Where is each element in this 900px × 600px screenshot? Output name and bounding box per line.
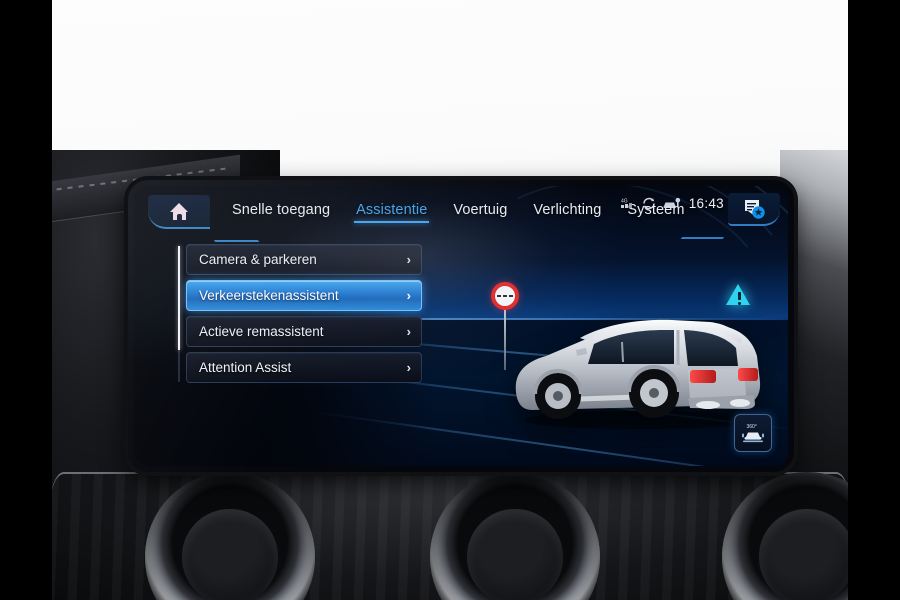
center-console <box>50 472 892 600</box>
tab-assistentie[interactable]: Assistentie <box>354 200 430 223</box>
favorites-button[interactable] <box>728 193 780 226</box>
menu-item-label: Verkeerstekenassistent <box>199 288 339 303</box>
tab-voertuig[interactable]: Voertuig <box>451 200 509 223</box>
svg-text:360°: 360° <box>747 424 757 430</box>
menu-item-label: Attention Assist <box>199 360 292 375</box>
sign-bar <box>503 295 507 297</box>
letterbox-left <box>0 0 52 600</box>
data-sync-icon <box>642 197 655 209</box>
svg-text:4G: 4G <box>621 199 628 205</box>
360-camera-icon: 360° <box>742 424 764 443</box>
chevron-right-icon: › <box>406 288 411 303</box>
tab-verlichting[interactable]: Verlichting <box>531 200 603 223</box>
4g-network-icon: 4G <box>620 199 632 208</box>
status-bar: 4G 16:43 <box>620 194 724 212</box>
menu-item-attention-assist[interactable]: Attention Assist › <box>186 352 422 383</box>
home-icon-door <box>177 213 182 220</box>
360-camera-button[interactable]: 360° <box>734 414 772 452</box>
tab-snelle-toegang[interactable]: Snelle toegang <box>230 200 332 223</box>
dashboard-photo: Snelle toegang Assistentie Voertuig Verl… <box>0 0 900 600</box>
air-vent-left <box>145 472 315 600</box>
clock-time: 16:43 <box>688 195 724 211</box>
infotainment-display[interactable]: Snelle toegang Assistentie Voertuig Verl… <box>128 180 794 472</box>
menu-item-label: Camera & parkeren <box>199 252 317 267</box>
main-tab-bar[interactable]: Snelle toegang Assistentie Voertuig Verl… <box>230 200 684 234</box>
sign-bar <box>509 295 513 297</box>
letterbox-right <box>848 0 900 600</box>
menu-item-camera-parkeren[interactable]: Camera & parkeren › <box>186 244 422 275</box>
menu-scrollbar-thumb[interactable] <box>178 246 180 350</box>
menu-item-actieve-remassistent[interactable]: Actieve remassistent › <box>186 316 422 347</box>
warning-exclamation-stroke <box>737 292 741 300</box>
air-vent-center <box>430 472 600 600</box>
car-connectivity-icon <box>663 197 680 208</box>
chevron-right-icon: › <box>406 252 411 267</box>
favorites-list-star-icon <box>745 199 765 219</box>
screen-surface: Snelle toegang Assistentie Voertuig Verl… <box>134 186 788 466</box>
menu-item-verkeerstekenassistent[interactable]: Verkeerstekenassistent › <box>186 280 422 311</box>
home-icon <box>169 202 189 220</box>
chevron-right-icon: › <box>406 324 411 339</box>
chevron-right-icon: › <box>406 360 411 375</box>
suv-rear-view-illustration <box>502 304 764 430</box>
sign-bar <box>497 295 501 297</box>
home-button[interactable] <box>148 195 210 229</box>
warning-exclamation-dot <box>737 302 741 305</box>
menu-item-label: Actieve remassistent <box>199 324 324 339</box>
assistance-menu-list[interactable]: Camera & parkeren › Verkeerstekenassiste… <box>186 244 422 383</box>
